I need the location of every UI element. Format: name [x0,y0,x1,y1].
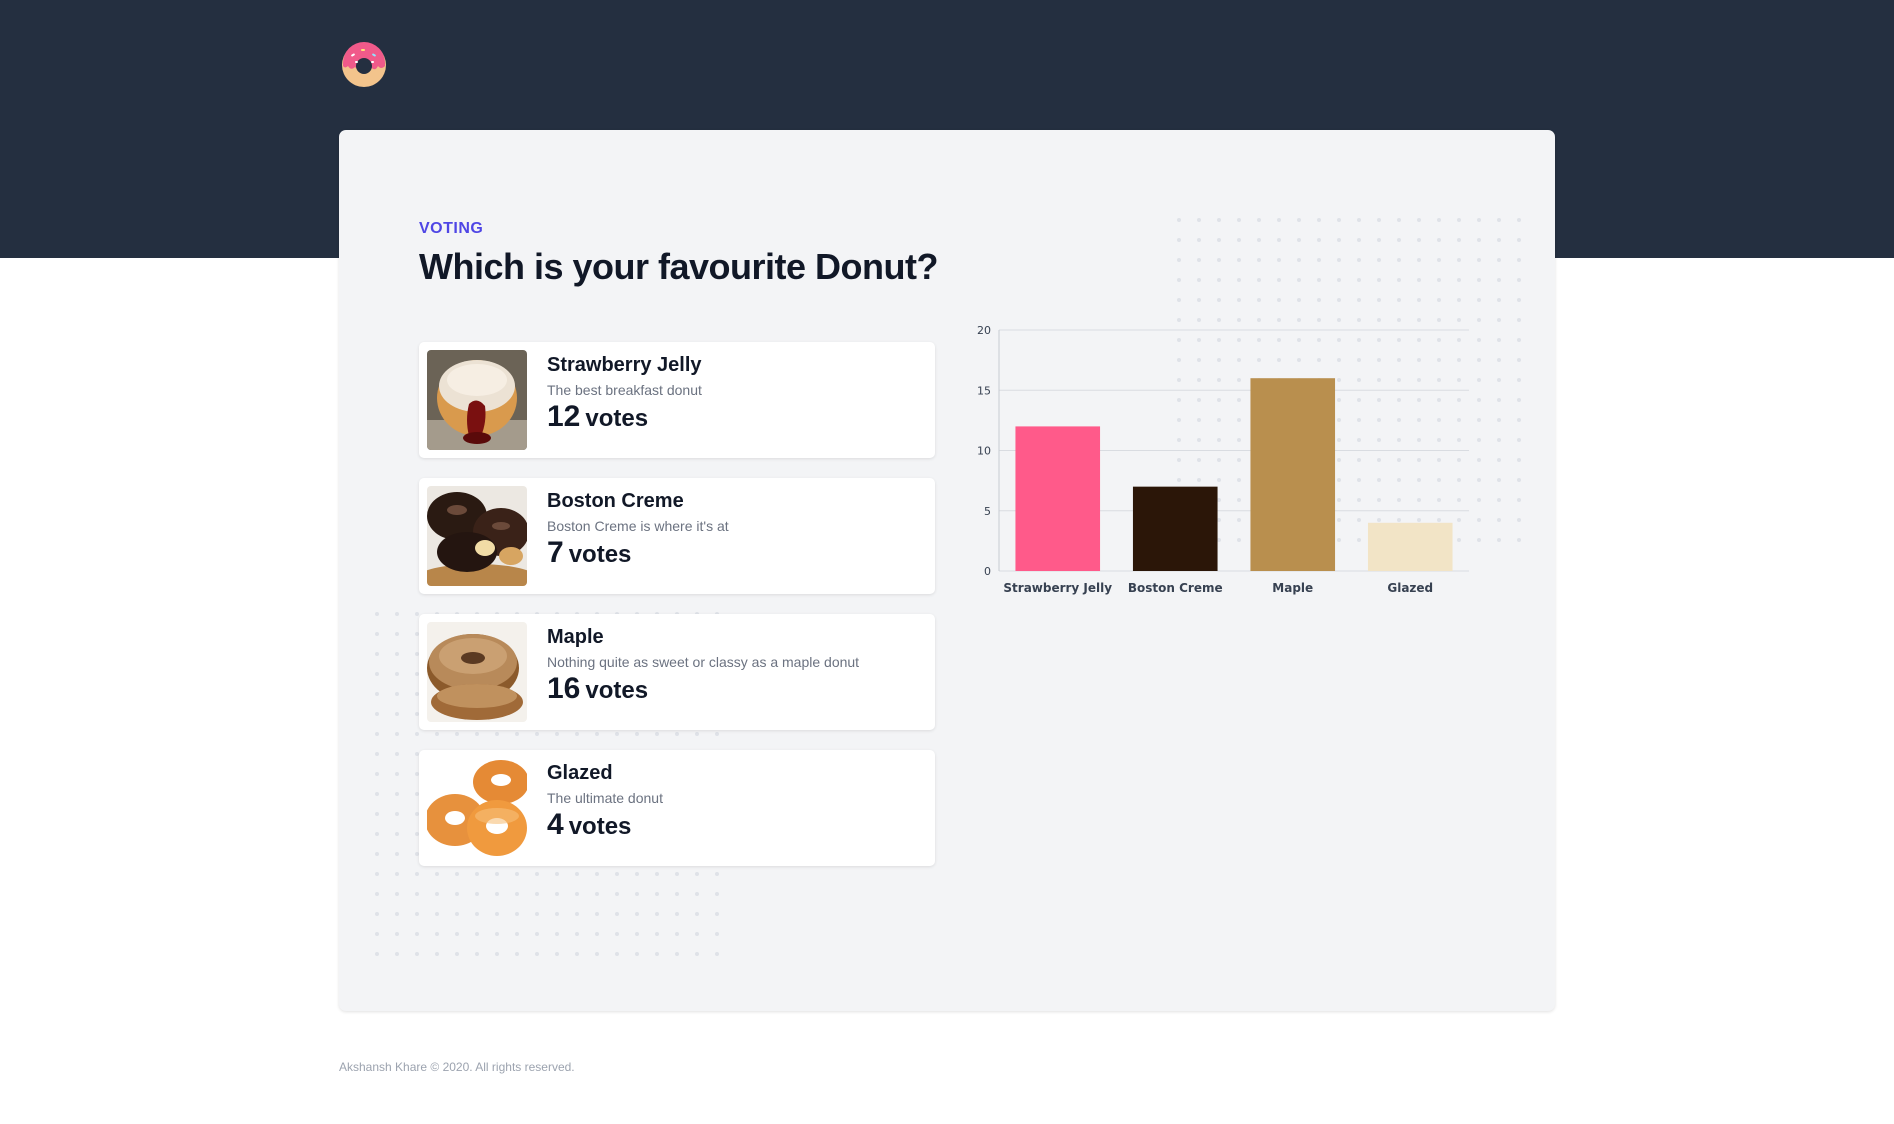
x-tick-label: Maple [1272,581,1313,595]
bar-maple [1250,378,1336,571]
page-title: Which is your favourite Donut? [419,246,939,287]
y-tick-label: 5 [984,505,991,518]
vote-unit: votes [568,541,632,568]
x-tick-label: Strawberry Jelly [1003,581,1112,595]
vote-count: 12 votes [547,400,648,434]
vote-number: 4 [547,808,564,841]
x-tick-label: Glazed [1387,581,1433,595]
footer-copyright: Akshansh Khare © 2020. All rights reserv… [339,1060,575,1074]
y-tick-label: 0 [984,565,991,578]
donut-logo-icon[interactable] [341,42,387,88]
vote-count: 4 votes [547,808,631,842]
strawberry-jelly-donut-image [427,350,527,450]
donut-name: Strawberry Jelly [547,354,702,376]
y-tick-label: 15 [977,384,991,397]
donut-description: Nothing quite as sweet or classy as a ma… [547,654,860,670]
y-tick-label: 20 [977,324,991,337]
bar-glazed [1367,522,1453,571]
donut-card-boston-creme[interactable]: Boston Creme Boston Creme is where it's … [419,478,935,594]
boston-creme-donut-image [427,486,527,586]
donut-description: The ultimate donut [547,790,663,806]
donut-card-maple[interactable]: Maple Nothing quite as sweet or classy a… [419,614,935,730]
donut-list: Strawberry Jelly The best breakfast donu… [419,342,935,886]
glazed-donut-image [427,758,527,858]
vote-count: 7 votes [547,536,631,570]
donut-card-strawberry-jelly[interactable]: Strawberry Jelly The best breakfast donu… [419,342,935,458]
vote-unit: votes [585,405,649,432]
section-eyebrow: VOTING [419,220,484,237]
donut-name: Glazed [547,762,613,784]
votes-bar-chart: 0 5 10 15 20 Strawberry Jelly Boston Creme Mapl… [977,324,1469,595]
vote-count: 16 votes [547,672,648,706]
donut-name: Maple [547,626,604,648]
donut-name: Boston Creme [547,490,684,512]
vote-number: 7 [547,536,564,569]
donut-description: The best breakfast donut [547,382,702,398]
donut-card-glazed[interactable]: Glazed The ultimate donut 4 votes [419,750,935,866]
vote-number: 16 [547,672,581,705]
vote-unit: votes [585,677,649,704]
voting-card: VOTING Which is your favourite Donut? St… [339,130,1555,1011]
donut-description: Boston Creme is where it's at [547,518,729,534]
vote-number: 12 [547,400,581,433]
bar-boston-creme [1132,486,1218,571]
vote-unit: votes [568,813,632,840]
maple-donut-image [427,622,527,722]
y-tick-label: 10 [977,445,991,458]
bar-strawberry-jelly [1015,426,1101,571]
x-tick-label: Boston Creme [1128,581,1223,595]
